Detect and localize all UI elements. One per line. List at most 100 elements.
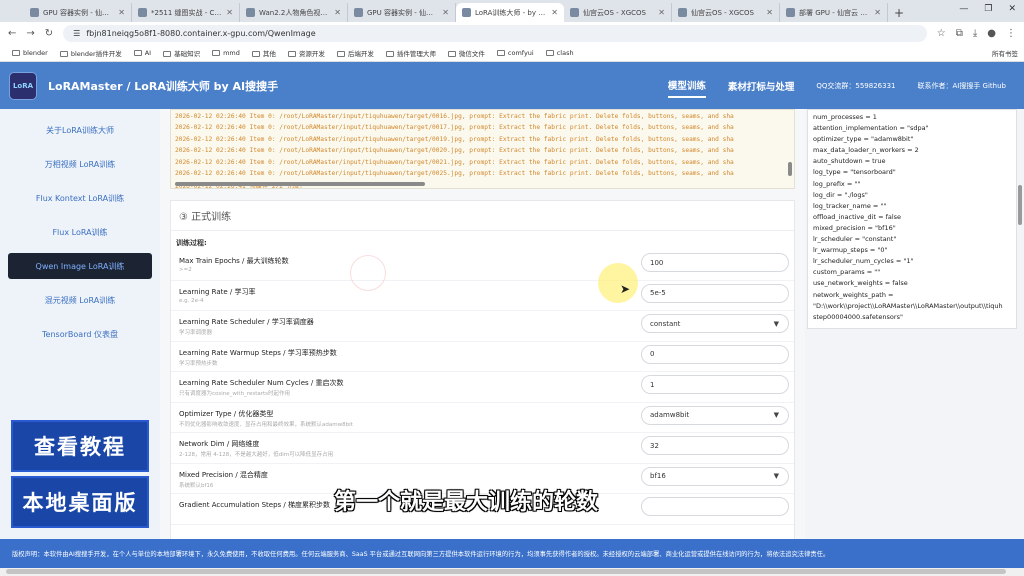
bookmark-item[interactable]: blender (12, 49, 48, 57)
minimize-icon[interactable]: — (959, 4, 968, 14)
sidebar-item-flux-kontext[interactable]: Flux Kontext LoRA训练 (8, 185, 152, 211)
bookmark-label: 资源开发 (298, 50, 325, 58)
param-input[interactable]: 0 (641, 344, 789, 364)
tab-label: 仙宫云OS - XGCOS (583, 8, 646, 17)
close-window-icon[interactable]: ✕ (1008, 4, 1016, 14)
desktop-version-button[interactable]: 本地桌面版 (11, 476, 149, 528)
window-controls: — ❐ ✕ (959, 4, 1016, 14)
bookmark-star-icon[interactable]: ☆ (937, 28, 946, 39)
bookmark-item[interactable]: blender插件开发 (59, 48, 122, 58)
new-tab-icon[interactable]: + (888, 6, 910, 22)
browser-tab[interactable]: 仙宫云OS - XGCOS ✕ (672, 3, 780, 22)
nav-model-training[interactable]: 模型训练 (667, 74, 706, 98)
sidebar-item-wan-video[interactable]: 万相视频 LoRA训练 (8, 151, 152, 177)
param-label: Gradient Accumulation Steps / 梯度累积步数 (179, 501, 331, 509)
param-select[interactable]: constant ▼ (641, 314, 789, 333)
param-value: 5e-5 (650, 289, 666, 297)
config-line: lr_warmup_steps = "0" (813, 246, 888, 255)
param-input[interactable]: 100 (641, 253, 789, 272)
param-row: Learning Rate Scheduler Num Cycles / 重启次… (171, 372, 794, 403)
download-icon[interactable]: ⤓ (973, 28, 977, 39)
config-panel-scrollbar[interactable] (1018, 185, 1022, 225)
profile-avatar-icon[interactable]: ● (987, 28, 996, 39)
param-row: Optimizer Type / 优化器类型 不同优化器影响收敛速度、显存占用和最… (171, 403, 794, 433)
tab-close-icon[interactable]: ✕ (442, 8, 449, 17)
tab-favicon-icon (462, 8, 471, 17)
maximize-icon[interactable]: ❐ (984, 4, 992, 14)
forward-icon[interactable]: → (26, 28, 34, 39)
url-field[interactable]: ☰ fbjn81neiqg5o8f1-8080.container.x-gpu.… (63, 25, 927, 42)
folder-icon (163, 51, 172, 57)
browser-tab[interactable]: GPU 容器实例 - 仙宫云 I 云...✕ (24, 3, 132, 22)
copyright-footer: 版权声明：本软件由AI搜搜手开发，在个人与单位的本地部署环境下，永久免费使用，不… (0, 539, 1024, 568)
log-vertical-scrollbar[interactable] (788, 112, 792, 180)
tab-label: 部署 GPU - 仙宫云 Xian... (799, 8, 871, 17)
extensions-icon[interactable]: ⧉ (956, 28, 963, 39)
param-input[interactable]: 1 (641, 375, 789, 394)
param-value: 32 (650, 441, 659, 450)
param-input[interactable]: 5e-5 (641, 283, 789, 303)
bookmark-label: blender插件开发 (70, 50, 122, 58)
tab-close-icon[interactable]: ✕ (226, 8, 233, 17)
section-title: ③ 正式训练 (171, 201, 794, 231)
bookmark-label: 其他 (262, 50, 276, 58)
sidebar-item-qwen-image[interactable]: Qwen Image LoRA训练 (8, 253, 152, 279)
config-line: auto_shutdown = true (813, 157, 886, 166)
param-value: 100 (650, 258, 664, 267)
contact-author-link[interactable]: 联系作者：AI搜搜手 Github (917, 81, 1006, 91)
view-tutorial-button[interactable]: 查看教程 (11, 420, 149, 472)
folder-icon (545, 50, 554, 56)
param-hint: e.g. 2e-4 (179, 297, 204, 304)
param-label: Learning Rate Scheduler Num Cycles / 重启次… (179, 379, 344, 387)
sidebar-item-flux[interactable]: Flux LoRA训练 (8, 219, 152, 245)
bookmark-item[interactable]: 插件管理大师 (385, 48, 436, 58)
training-log: 2026-02-12 02:26:40 Item 0: /root/LoRAMa… (170, 109, 795, 189)
bookmark-item[interactable]: mmd (212, 49, 240, 57)
bookmark-item[interactable]: 基础知识 (163, 48, 200, 58)
browser-tab[interactable]: 部署 GPU - 仙宫云 Xian...✕ (780, 3, 888, 22)
browser-tab[interactable]: Wan2.2人物角色视频流... ✕ (240, 3, 348, 22)
tab-close-icon[interactable]: ✕ (658, 8, 665, 17)
sidebar-item-hunyuan-video[interactable]: 混元视频 LoRA训练 (8, 287, 152, 313)
reload-icon[interactable]: ↻ (45, 28, 53, 39)
tab-close-icon[interactable]: ✕ (874, 8, 881, 17)
browser-tab[interactable]: LoRA训练大师 - by AI搜... ✕ (456, 3, 564, 22)
tab-close-icon[interactable]: ✕ (118, 8, 125, 17)
config-line: offload_inactive_dit = false (813, 212, 902, 221)
config-line: "D:\\work\\project\\LoRAMaster\\LoRAMast… (813, 301, 1003, 310)
bookmark-item[interactable]: clash (545, 49, 574, 57)
tab-label: GPU 容器实例 - 仙宫云 I 云... (367, 8, 439, 17)
param-input[interactable]: 32 (641, 436, 789, 455)
app-title: LoRAMaster / LoRA训练大师 by AI搜搜手 (48, 79, 279, 93)
bookmark-item[interactable]: 资源开发 (287, 48, 325, 58)
browser-tab-bar: GPU 容器实例 - 仙宫云 I 云...✕*2511 缝图实战 - Comfy… (0, 0, 1024, 22)
sidebar-item-about[interactable]: 关于LoRA训练大师 (8, 117, 152, 143)
bookmark-item[interactable]: 微信文件 (447, 48, 485, 58)
bookmark-item[interactable]: 后端开发 (336, 48, 374, 58)
site-info-icon[interactable]: ☰ (73, 29, 80, 38)
param-value: adamw8bit (650, 411, 690, 419)
page-horizontal-scrollbar[interactable] (0, 568, 1024, 576)
bookmarks-bar: blender blender插件开发 AI 基础知识 mmd 其他 资源开发 后端开发 插件管… (0, 45, 1024, 62)
tab-close-icon[interactable]: ✕ (551, 8, 558, 17)
all-bookmarks-link[interactable]: 所有书签 (992, 48, 1018, 58)
nav-material-tagging[interactable]: 素材打标与处理 (728, 75, 795, 97)
sidebar-item-tensorboard[interactable]: TensorBoard 仪表盘 (8, 321, 152, 347)
browser-tab[interactable]: *2511 缝图实战 - ComfyUI ✕ (132, 3, 240, 22)
browser-tab[interactable]: 仙宫云OS - XGCOS ✕ (564, 3, 672, 22)
tab-label: GPU 容器实例 - 仙宫云 I 云... (43, 8, 115, 17)
tab-favicon-icon (678, 8, 687, 17)
tab-close-icon[interactable]: ✕ (766, 8, 773, 17)
bookmark-item[interactable]: AI (133, 49, 151, 57)
param-input[interactable] (641, 497, 789, 516)
tab-close-icon[interactable]: ✕ (334, 8, 341, 17)
bookmark-item[interactable]: 其他 (251, 48, 276, 58)
menu-kebab-icon[interactable]: ⋮ (1006, 28, 1016, 39)
back-icon[interactable]: ← (8, 28, 16, 39)
param-select[interactable]: bf16 ▼ (641, 466, 789, 486)
param-select[interactable]: adamw8bit ▼ (641, 405, 789, 425)
video-subtitle: 第一个就是最大训练的轮数 (334, 490, 599, 515)
browser-tab[interactable]: GPU 容器实例 - 仙宫云 I 云...✕ (348, 3, 456, 22)
bookmark-item[interactable]: comfyui (496, 49, 534, 57)
log-horizontal-scrollbar[interactable] (175, 182, 782, 186)
